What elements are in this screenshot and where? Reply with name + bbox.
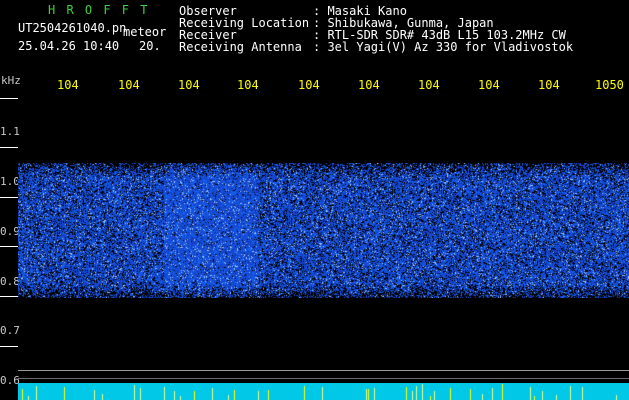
hrofft-spectrogram-window: H R O F F T UT2504261040.pn meteor 25.04… <box>0 0 629 400</box>
y-tick-mark <box>0 147 18 148</box>
antenna-label: Receiving Antenna <box>179 40 302 54</box>
x-tick-label: 104 <box>298 78 320 92</box>
y-tick-label: 0.7 <box>0 324 20 337</box>
datetime-label: 25.04.26 10:40 <box>18 39 120 53</box>
x-tick-label: 104 <box>538 78 560 92</box>
detection-tag: meteor <box>123 25 167 39</box>
y-tick-mark <box>0 296 18 297</box>
signal-spikes <box>18 383 629 400</box>
baseline-line <box>18 378 629 379</box>
y-tick-mark <box>0 98 18 99</box>
y-tick-label: 0.9 <box>0 225 20 238</box>
y-tick-label: 0.6 <box>0 374 20 387</box>
y-tick-label: 1.1 <box>0 125 20 138</box>
y-tick-mark <box>0 346 18 347</box>
y-tick-label: 0.8 <box>0 275 20 288</box>
x-tick-label: 1050 <box>595 78 624 92</box>
x-tick-label: 104 <box>57 78 79 92</box>
filename-label: UT2504261040.pn <box>18 21 127 35</box>
y-tick-mark <box>0 197 18 198</box>
y-tick-mark <box>0 246 18 247</box>
baseline-line <box>18 370 629 371</box>
axis-unit-label: kHz <box>1 74 21 87</box>
x-tick-label: 104 <box>478 78 500 92</box>
x-tick-label: 104 <box>118 78 140 92</box>
waterfall-noise-band <box>18 163 629 298</box>
antenna-value: : 3el Yagi(V) Az 330 for Vladivostok <box>313 40 574 54</box>
brand-title: H R O F F T <box>48 3 150 17</box>
y-tick-label: 1.0 <box>0 175 20 188</box>
x-tick-label: 104 <box>237 78 259 92</box>
x-tick-label: 104 <box>178 78 200 92</box>
x-tick-label: 104 <box>358 78 380 92</box>
count-label: 20. <box>139 39 161 53</box>
x-tick-label: 104 <box>418 78 440 92</box>
